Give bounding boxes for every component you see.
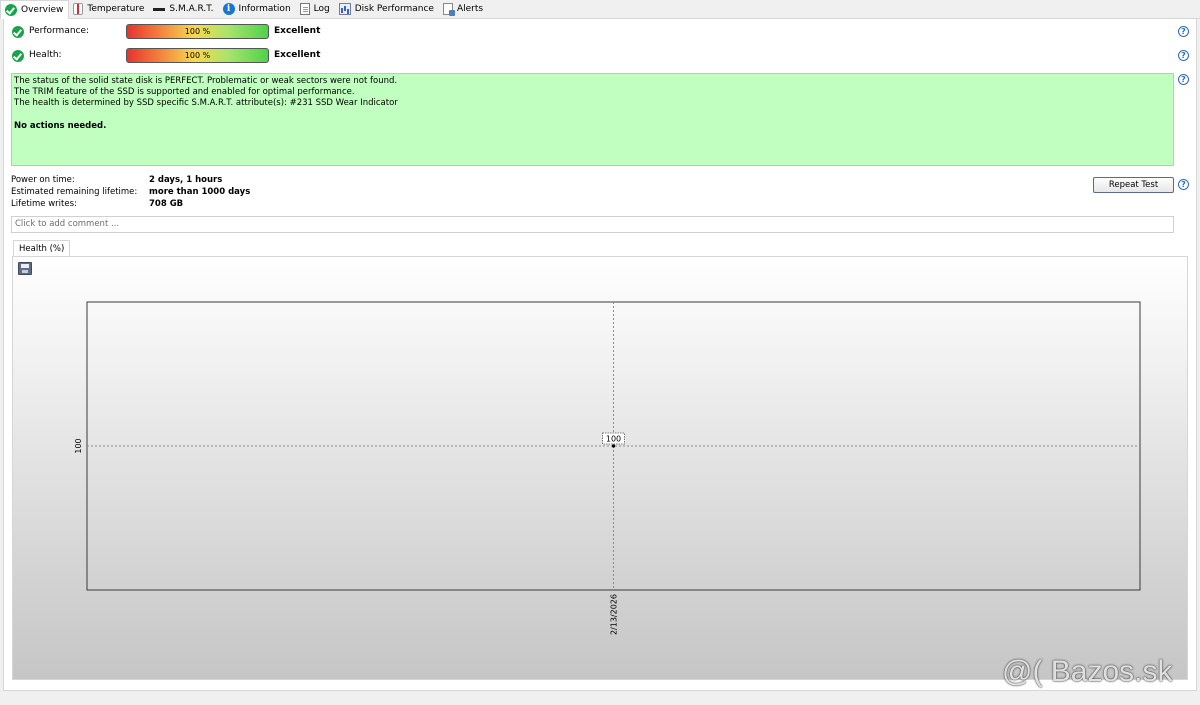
tab-temperature[interactable]: Temperature <box>69 0 149 18</box>
tab-health-chart[interactable]: Health (%) <box>13 240 71 257</box>
performance-bar-text: 100 % <box>184 27 211 36</box>
help-icon[interactable]: ? <box>1178 50 1189 61</box>
tab-label: Temperature <box>87 4 145 14</box>
tab-label: Information <box>238 4 291 14</box>
smart-icon <box>153 8 166 11</box>
status-line: The health is determined by SSD specific… <box>14 98 398 108</box>
health-bar: 100 % <box>126 48 269 63</box>
health-rating: Excellent <box>274 50 321 60</box>
document-icon <box>299 3 310 15</box>
help-icon[interactable]: ? <box>1178 179 1189 190</box>
status-line: The status of the solid state disk is PE… <box>14 76 398 86</box>
tab-disk-performance[interactable]: Disk Performance <box>335 0 439 18</box>
help-icon[interactable]: ? <box>1178 26 1189 37</box>
tab-log[interactable]: Log <box>296 0 335 18</box>
writes-label: Lifetime writes: <box>11 199 77 209</box>
performance-row: Performance: 100 % Excellent <box>12 24 320 39</box>
power-on-label: Power on time: <box>11 175 75 185</box>
health-label: Health: <box>29 50 62 60</box>
health-row: Health: 100 % Excellent <box>12 48 320 63</box>
check-circle-icon <box>5 3 17 16</box>
watermark: @( Bazos.sk <box>1002 655 1173 688</box>
repeat-test-button[interactable]: Repeat Test <box>1093 177 1174 193</box>
health-chart-area: 100 2/13/2026 100 <box>12 256 1188 680</box>
performance-chart-icon <box>338 3 351 15</box>
x-tick-label: 2/13/2026 <box>610 594 619 635</box>
tab-label: Disk Performance <box>354 4 434 14</box>
overview-panel: Performance: 100 % Excellent ? Health: 1… <box>3 19 1197 691</box>
alerts-icon <box>442 3 455 16</box>
tab-alerts[interactable]: Alerts <box>439 0 488 18</box>
writes-value: 708 GB <box>149 199 184 209</box>
status-action: No actions needed. <box>14 121 107 131</box>
y-tick-label: 100 <box>74 438 83 453</box>
lifetime-value: more than 1000 days <box>149 187 251 197</box>
tab-label: Overview <box>21 4 64 15</box>
power-on-value: 2 days, 1 hours <box>149 175 223 185</box>
tab-label: S.M.A.R.T. <box>169 4 214 14</box>
performance-label: Performance: <box>29 26 90 36</box>
data-label: 100 <box>606 435 621 444</box>
status-message-box: The status of the solid state disk is PE… <box>11 73 1174 166</box>
info-icon: i <box>222 3 235 15</box>
check-circle-icon <box>12 50 24 62</box>
check-circle-icon <box>12 26 24 38</box>
tab-label: Log <box>313 4 330 14</box>
tab-label: Alerts <box>456 4 484 14</box>
tab-overview[interactable]: Overview <box>0 0 70 19</box>
tab-bar: Overview Temperature S.M.A.R.T. i Inform… <box>0 0 1200 19</box>
health-bar-text: 100 % <box>184 51 211 60</box>
tab-information[interactable]: i Information <box>219 0 296 18</box>
performance-rating: Excellent <box>274 26 321 36</box>
help-icon[interactable]: ? <box>1178 74 1189 85</box>
data-point <box>611 444 616 448</box>
thermometer-icon <box>73 3 84 15</box>
health-chart: 100 2/13/2026 100 <box>74 301 1141 635</box>
comment-input[interactable]: Click to add comment ... <box>11 216 1174 233</box>
status-line: The TRIM feature of the SSD is supported… <box>14 87 355 97</box>
performance-bar: 100 % <box>126 24 269 39</box>
tab-smart[interactable]: S.M.A.R.T. <box>149 0 218 18</box>
lifetime-label: Estimated remaining lifetime: <box>11 187 138 197</box>
